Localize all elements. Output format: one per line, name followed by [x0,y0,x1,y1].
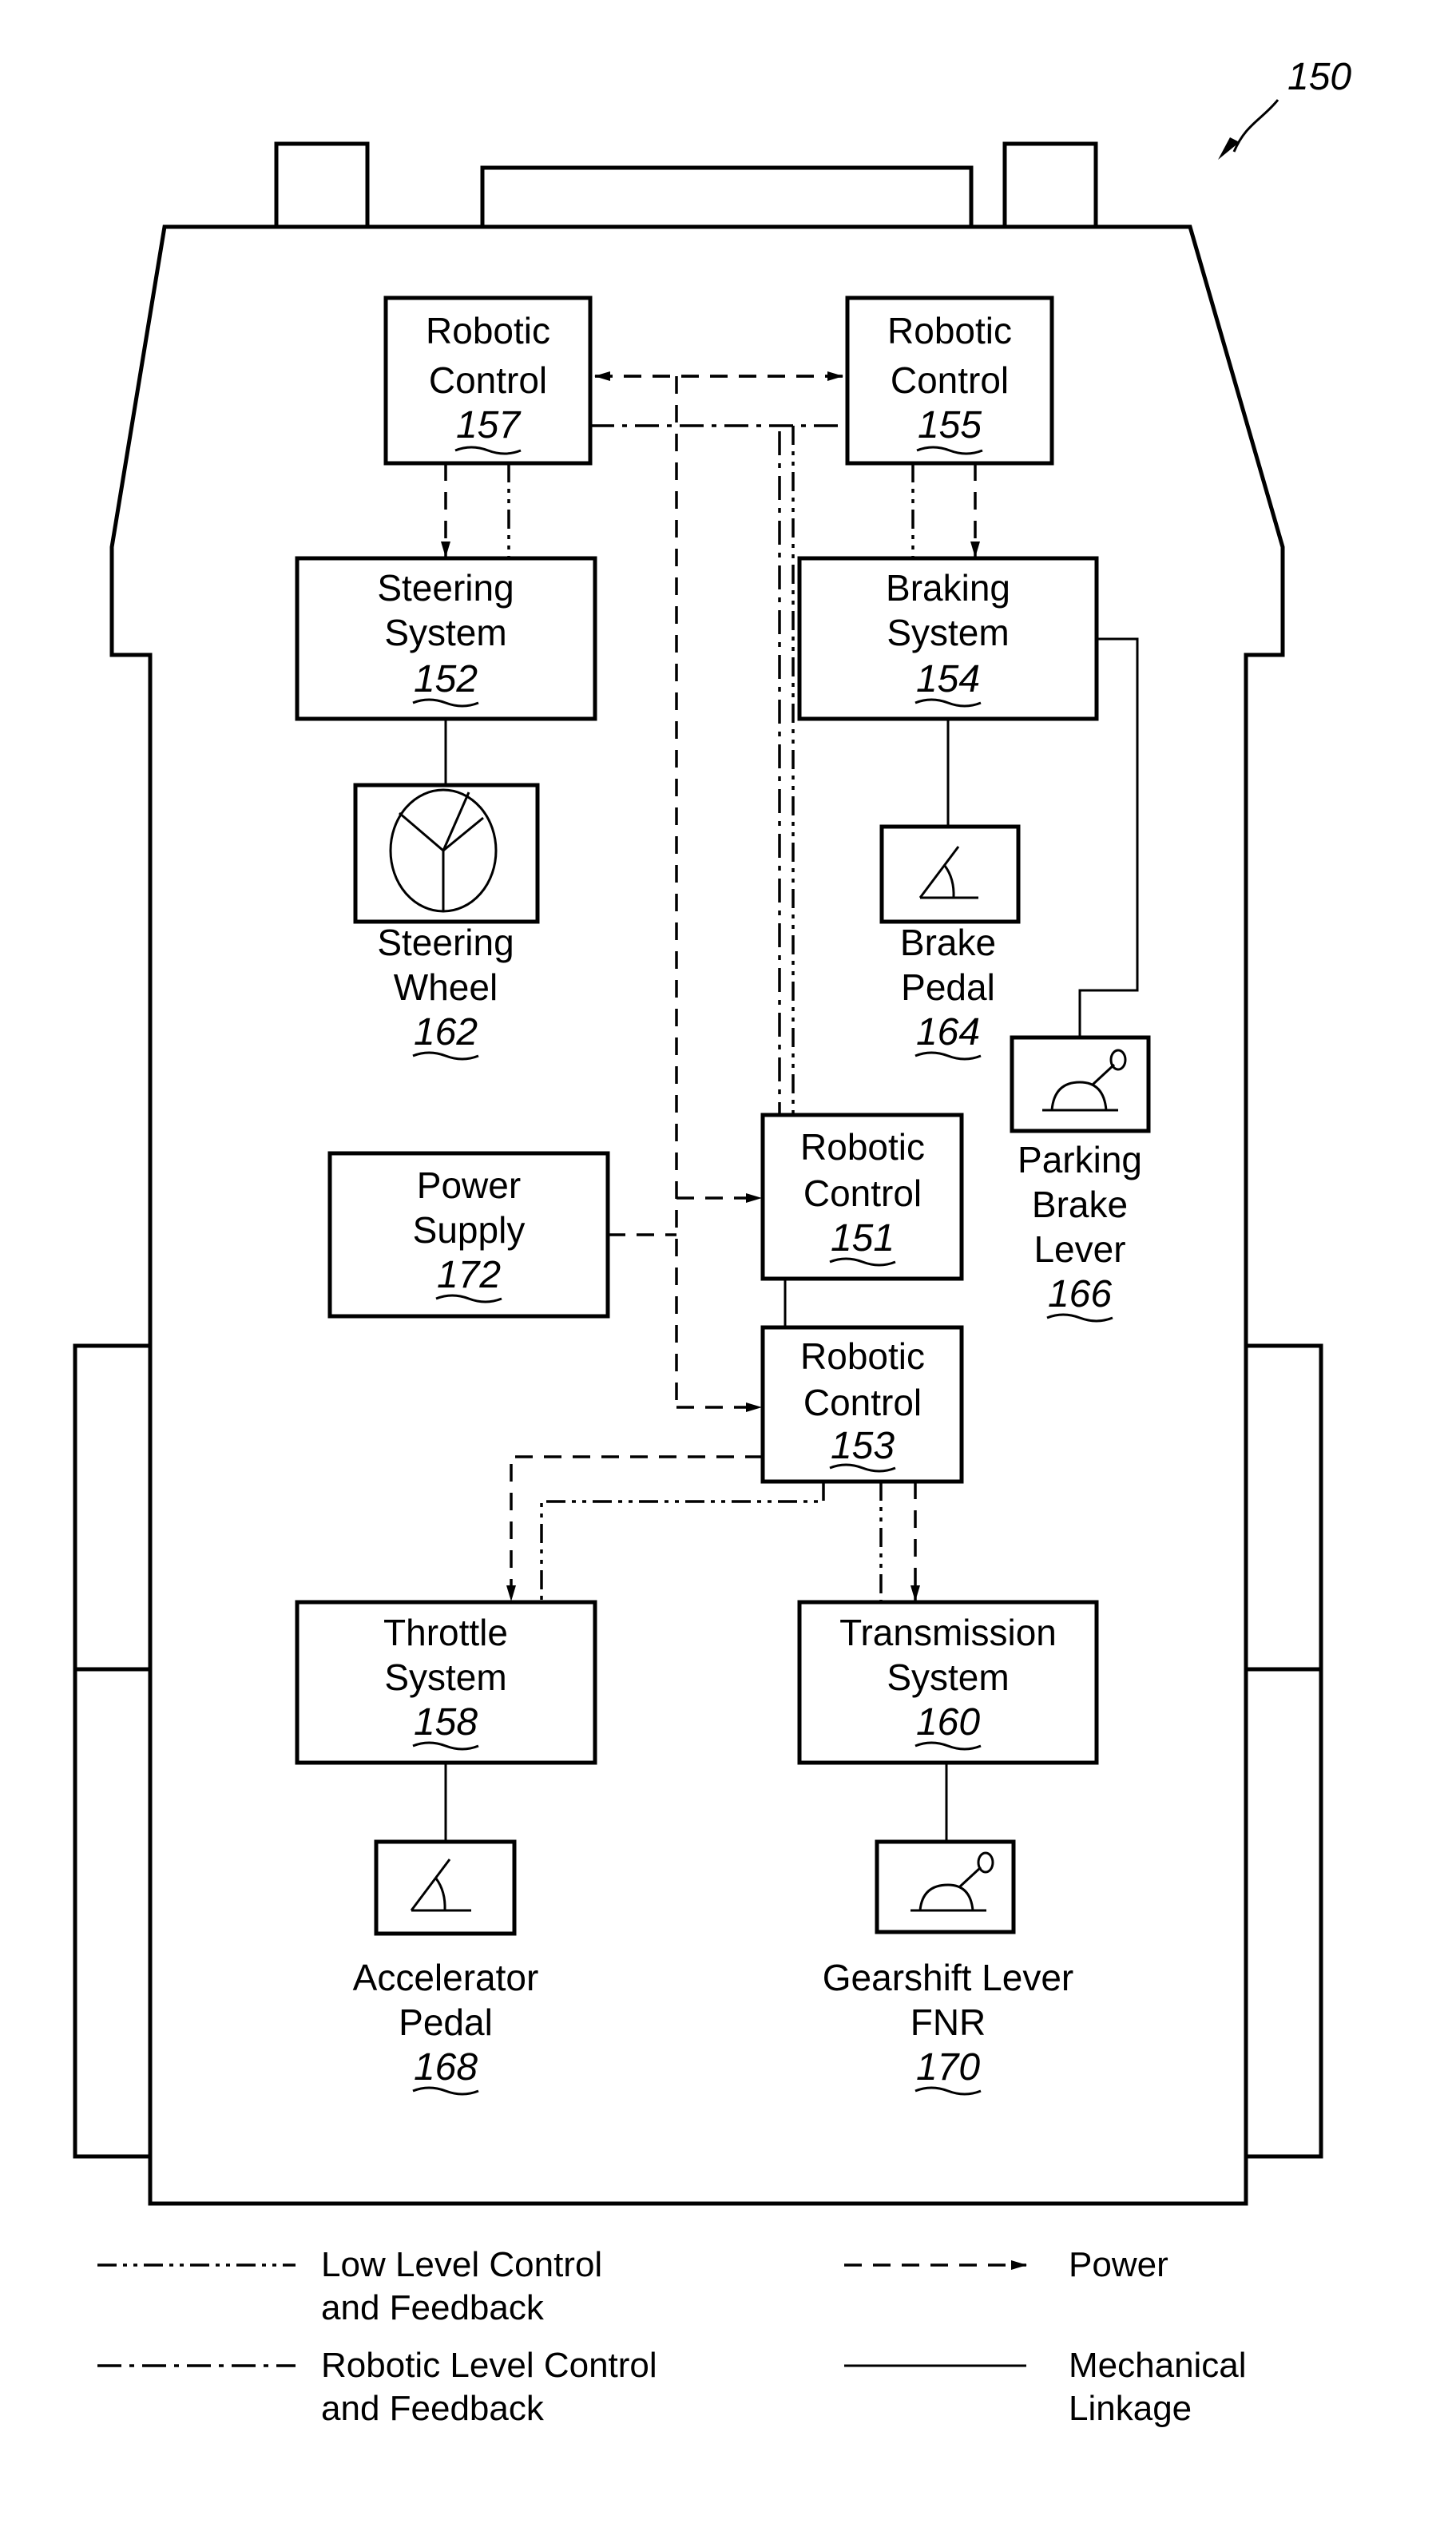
reference-number: 160 [916,1701,980,1744]
robotic-control-151: Robotic Control 151 [760,1113,964,1281]
reference-number: 152 [414,658,478,700]
reference-number: 151 [831,1217,895,1260]
legend-label: and Feedback [321,2389,545,2428]
legend-power: Power [844,2245,1168,2284]
label-line: Pedal [901,966,995,1008]
figure-leader-line [1232,99,1279,153]
reference-number: 155 [918,404,982,446]
legend-label: Low Level Control [321,2245,602,2284]
transmission-system-160: Transmission System 160 [797,1600,1099,1765]
reference-number: 162 [414,1011,478,1053]
label-line: Transmission [839,1612,1057,1653]
label-line: Steering [377,567,514,609]
label-line: Pedal [399,2001,493,2043]
legend-robotic-level: Robotic Level Control and Feedback [97,2346,657,2428]
reference-number: 168 [414,2046,478,2089]
steering-system-152: Steering System 152 [295,556,597,721]
label-line: Robotic [426,310,550,351]
legend: Low Level Control and Feedback Robotic L… [97,2245,1247,2428]
label-line: Robotic [800,1126,925,1168]
robotic-control-157: Robotic Control 157 [383,296,593,466]
label-line: Robotic [800,1335,925,1377]
legend-label: Linkage [1069,2389,1192,2428]
power-supply-172: Power Supply 172 [327,1151,610,1319]
label-line: Steering [377,922,514,963]
right-rear-wheel [1244,1667,1323,2159]
legend-label: Mechanical [1069,2346,1247,2385]
reference-number: 157 [456,404,522,446]
reference-number: 170 [916,2046,980,2089]
label-line: Lever [1033,1228,1125,1270]
reference-number: 172 [437,1254,501,1296]
label-line: Wheel [394,966,498,1008]
reference-number: 164 [916,1011,980,1053]
label-line: Brake [900,922,996,963]
figure-reference: 150 [1218,56,1351,160]
label-line: Control [803,1382,922,1423]
label-line: System [887,612,1009,653]
label-line: Gearshift Lever [823,1957,1073,1998]
label-line: Throttle [383,1612,508,1653]
robotic-control-153: Robotic Control 153 [760,1325,964,1484]
reference-number: 166 [1048,1273,1112,1315]
braking-system-154: Braking System 154 [797,556,1099,721]
legend-mechanical: Mechanical Linkage [844,2346,1247,2428]
reference-number: 154 [916,658,980,700]
label-line: Parking [1018,1139,1142,1180]
label-line: Power [417,1164,521,1206]
robotic-control-155: Robotic Control 155 [845,296,1054,466]
front-right-light [1002,141,1098,229]
label-line: System [384,1656,506,1698]
label-line: Accelerator [353,1957,539,1998]
reference-number: 153 [831,1425,895,1467]
label-line: Supply [413,1209,526,1251]
vehicle-diagram: 150 Robotic Control 157 Robotic Control … [73,56,1351,2428]
figure-number: 150 [1287,56,1351,98]
label-line: System [887,1656,1009,1698]
label-line: Brake [1032,1184,1128,1225]
label-line: Control [803,1172,922,1214]
legend-label: Power [1069,2245,1168,2284]
label-line: System [384,612,506,653]
front-grille [480,165,974,229]
label-line: Control [891,359,1009,401]
label-line: Braking [886,567,1010,609]
left-rear-wheel [73,1667,153,2159]
label-line: Control [429,359,547,401]
legend-low-level: Low Level Control and Feedback [97,2245,602,2327]
front-left-light [274,141,370,229]
label-line: FNR [910,2001,986,2043]
legend-label: and Feedback [321,2288,545,2327]
label-line: Robotic [887,310,1012,351]
reference-number: 158 [414,1701,478,1744]
legend-label: Robotic Level Control [321,2346,657,2385]
throttle-system-158: Throttle System 158 [295,1600,597,1765]
